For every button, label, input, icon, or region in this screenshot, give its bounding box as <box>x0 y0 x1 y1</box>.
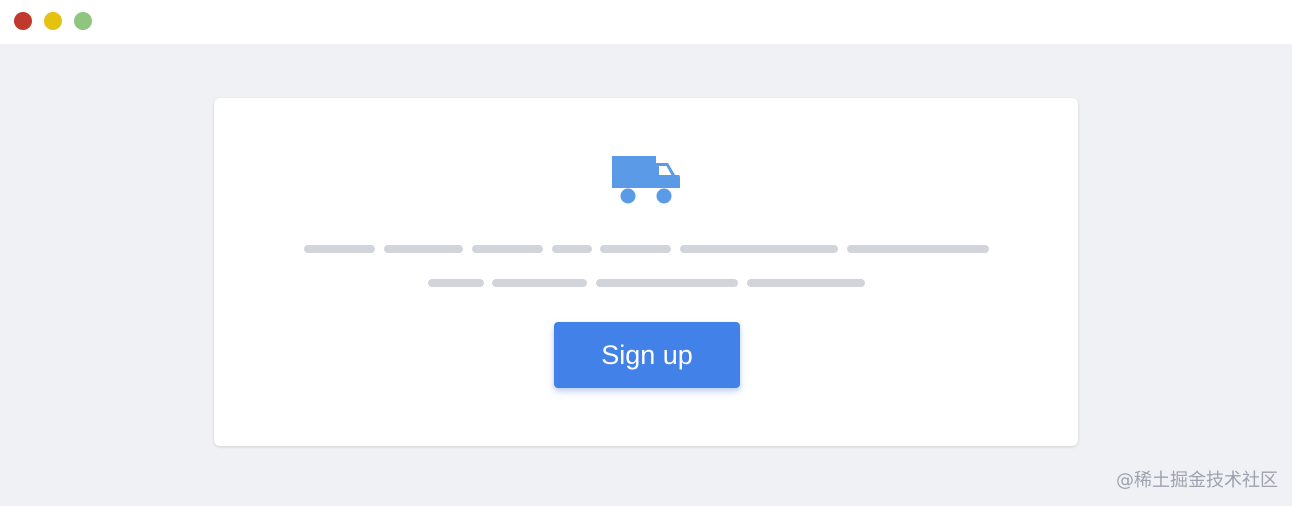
window-close-button[interactable] <box>14 12 32 30</box>
placeholder-line <box>552 245 592 253</box>
window-minimize-button[interactable] <box>44 12 62 30</box>
truck-icon <box>612 156 680 204</box>
placeholder-line <box>428 279 484 287</box>
watermark-text: @稀土掘金技术社区 <box>1116 470 1278 491</box>
truck-body-shape <box>612 156 656 188</box>
placeholder-line <box>680 245 838 253</box>
truck-cab-shape <box>656 163 680 188</box>
placeholder-line <box>847 245 989 253</box>
placeholder-line <box>472 245 543 253</box>
placeholder-line <box>304 245 375 253</box>
sign-up-button[interactable]: Sign up <box>554 322 740 388</box>
truck-rear-wheel <box>620 188 636 204</box>
truck-front-wheel <box>656 188 672 204</box>
window-maximize-button[interactable] <box>74 12 92 30</box>
placeholder-line <box>384 245 463 253</box>
window-titlebar <box>0 0 1292 44</box>
placeholder-line <box>596 279 738 287</box>
placeholder-line <box>747 279 865 287</box>
signup-card: Sign up <box>214 98 1078 446</box>
placeholder-line <box>600 245 671 253</box>
placeholder-line <box>492 279 587 287</box>
